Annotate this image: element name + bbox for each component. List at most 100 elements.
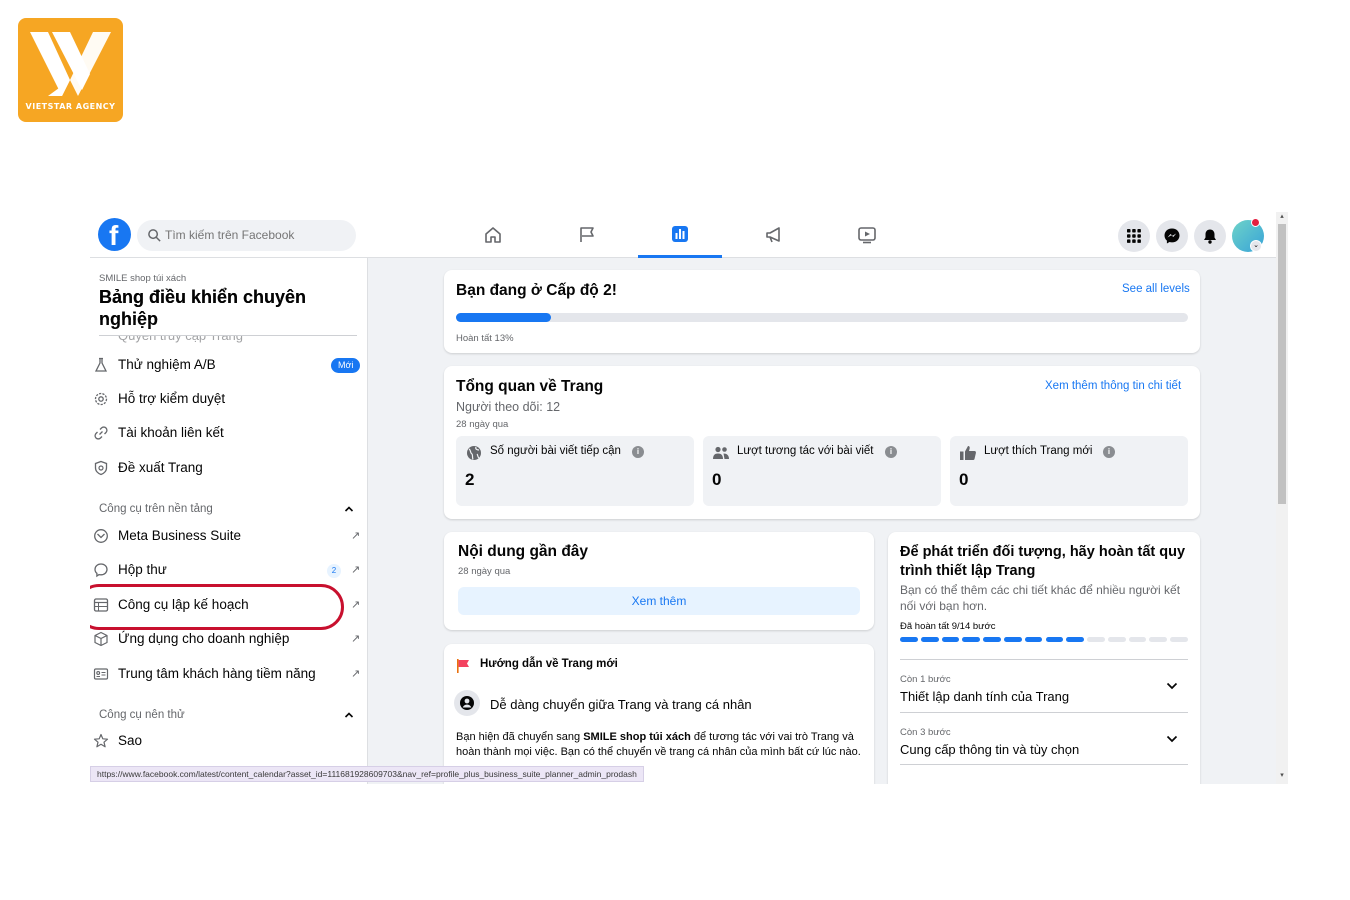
messenger-button[interactable] [1156,220,1188,252]
sidebar-item-inbox[interactable]: Hộp thư 2 ↗ [90,556,367,586]
info-icon[interactable]: i [632,446,644,458]
page-overview-card: Tổng quan về Trang Người theo dõi: 12 28… [444,366,1200,519]
step-title: Thiết lập danh tính của Trang [900,689,1070,704]
home-icon [485,227,501,243]
setup-description: Bạn có thể thêm các chi tiết khác để nhi… [900,583,1181,613]
sidebar-item-linked-accounts[interactable]: Tài khoản liên kết [90,419,367,449]
see-more-button[interactable]: Xem thêm [458,587,860,615]
new-badge: Mới [331,358,361,373]
facebook-logo[interactable]: f [98,218,131,251]
external-link-icon: ↗ [351,564,361,576]
progress-segment [1024,637,1043,642]
sidebar-item-label: Meta Business Suite [118,528,242,543]
sidebar-item-meta-business-suite[interactable]: Meta Business Suite ↗ [90,522,367,552]
see-all-levels-link[interactable]: See all levels [1122,283,1190,295]
search-input[interactable] [165,225,350,245]
scroll-up-arrow[interactable]: ▴ [1278,213,1286,221]
logo-text: VIETSTAR AGENCY [25,102,116,111]
external-link-icon: ↗ [351,633,361,645]
section-header-tools-to-try: Công cụ nên thử [99,709,185,721]
info-icon[interactable]: i [1103,446,1115,458]
progress-segment [1170,637,1188,642]
stat-reach[interactable]: Số người bài viết tiếp cận i 2 [456,436,694,506]
sidebar-item-label: Thử nghiệm A/B [118,357,216,372]
notification-dot [1251,218,1260,227]
setup-progress-label: Đã hoàn tất 9/14 bước [900,621,996,632]
external-link-icon: ↗ [351,599,361,611]
page-name-bold: SMILE shop túi xách [583,731,691,743]
menu-grid-icon [1127,229,1141,243]
sidebar-item-stars[interactable]: Sao [90,727,367,757]
vietstar-agency-logo: VIETSTAR AGENCY [18,18,123,122]
messenger-icon [1164,228,1180,244]
recent-content-card: Nội dung gần đây 28 ngày qua Xem thêm [444,532,874,630]
scroll-down-arrow[interactable]: ▾ [1278,772,1286,780]
flag-icon [580,227,594,242]
sidebar-item-label: Hộp thư [118,562,167,577]
chevron-down-icon[interactable] [1166,682,1178,690]
setup-title: Để phát triển đối tượng, hãy hoàn tất qu… [900,544,1186,579]
progress-segment [1107,637,1126,642]
status-bar-url: https://www.facebook.com/latest/content_… [90,766,644,782]
sidebar-item-leads-center[interactable]: Trung tâm khách hàng tiềm năng ↗ [90,660,367,690]
gear-shield-icon [94,392,108,406]
tab-home[interactable] [451,212,535,258]
external-link-icon: ↗ [351,668,361,680]
stat-new-likes[interactable]: Lượt thích Trang mới i 0 [950,436,1188,506]
recent-content-period: 28 ngày qua [458,566,511,577]
sidebar: SMILE shop túi xách Bảng điều khiển chuy… [90,258,368,784]
flask-icon [94,357,108,372]
sidebar-item-page-suggestions[interactable]: Đề xuất Trang [90,454,367,484]
progress-segment [962,637,981,642]
page-setup-card: Để phát triển đối tượng, hãy hoàn tất qu… [888,532,1200,784]
menu-button[interactable] [1118,220,1150,252]
stat-label: Lượt thích Trang mới [984,445,1093,457]
page-title-overlay: Bảng điều khiển chuyên nghiệp [99,287,307,329]
bell-icon [1204,229,1216,244]
scrollbar[interactable]: ▴ ▾ [1276,212,1288,784]
level-progress-label: Hoàn tất 13% [456,333,514,344]
progress-segment [941,637,960,642]
chevron-down-icon[interactable]: ⌄ [1250,240,1262,252]
sidebar-item-label: Tài khoản liên kết [118,425,224,440]
people-icon [713,446,729,459]
stat-engagement[interactable]: Lượt tương tác với bài viết i 0 [703,436,941,506]
recent-content-title: Nội dung gần đây [458,543,589,560]
progress-segment [1003,637,1022,642]
chevron-up-icon[interactable] [344,505,354,513]
stat-value: 0 [959,470,969,489]
link-icon [94,426,108,440]
scroll-thumb[interactable] [1278,224,1286,504]
tab-insights[interactable] [638,212,722,258]
sidebar-item-label: Đề xuất Trang [118,460,203,475]
sidebar-item-ab-test[interactable]: Thử nghiệm A/B Mới [90,351,367,381]
sidebar-item-label: Trung tâm khách hàng tiềm năng [118,666,316,681]
progress-segment [1149,637,1168,642]
level-progress-bar [456,313,1188,322]
progress-segment [1128,637,1147,642]
see-more-insights-link[interactable]: Xem thêm thông tin chi tiết [1045,380,1181,392]
new-page-guide-card: Hướng dẫn về Trang mới Dễ dàng chuyển gi… [444,644,874,784]
sidebar-item-label: Ứng dụng cho doanh nghiệp [118,631,290,646]
progress-segment [983,637,1001,642]
stat-label: Lượt tương tác với bài viết [737,445,874,457]
tab-pages[interactable] [545,212,629,258]
step-title: Cung cấp thông tin và tùy chọn [900,742,1080,757]
tab-video[interactable] [825,212,909,258]
progress-segment [900,637,918,642]
setup-step-row[interactable]: Còn 3 bước Cung cấp thông tin và tùy chọ… [900,712,1188,765]
id-card-icon [93,668,109,680]
external-link-icon: ↗ [351,530,361,542]
progress-segment [1066,637,1085,642]
browser-window: f Tìm kiếm trên Facebook ⌄ ▴ ▾ SMILE sho… [90,212,1288,784]
tab-ads[interactable] [732,212,816,258]
sidebar-item-moderation[interactable]: Hỗ trợ kiểm duyệt [90,385,367,415]
chevron-up-icon[interactable] [344,711,354,719]
guide-body: Bạn hiện đã chuyển sang SMILE shop túi x… [456,731,861,758]
search-box[interactable] [137,220,356,251]
setup-step-row[interactable]: Còn 1 bước Thiết lập danh tính của Trang [900,659,1188,712]
notifications-button[interactable] [1194,220,1226,252]
info-icon[interactable]: i [885,446,897,458]
chevron-down-icon[interactable] [1166,735,1178,743]
steps-remaining: Còn 1 bước [900,674,951,685]
